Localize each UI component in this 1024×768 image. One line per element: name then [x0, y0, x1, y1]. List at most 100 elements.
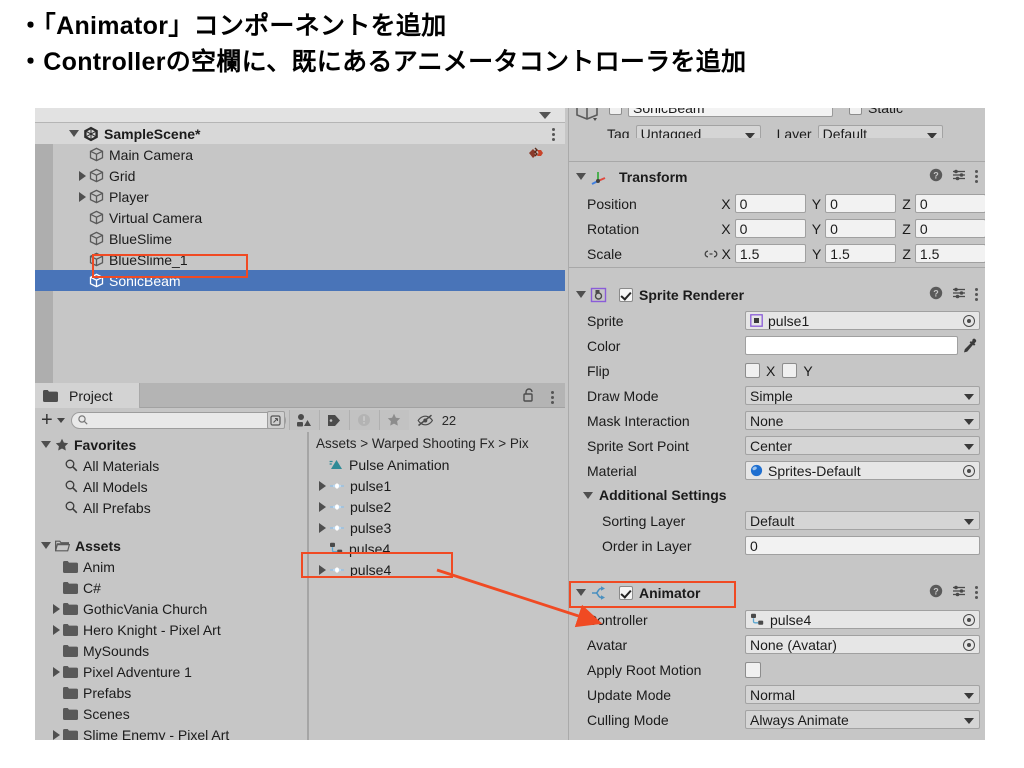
- sprite-renderer-flip-x-checkbox[interactable]: [745, 363, 760, 378]
- chevron-down-icon[interactable]: [41, 542, 51, 549]
- animator-apply-root-motion-checkbox[interactable]: [745, 661, 761, 678]
- transform-scale-z[interactable]: 1.5: [914, 244, 985, 263]
- search-expand-icon[interactable]: [266, 411, 285, 429]
- transform-rotation-z[interactable]: 0: [914, 219, 985, 238]
- hierarchy-scene-row[interactable]: SampleScene*: [35, 123, 565, 144]
- sprite-renderer-color-swatch[interactable]: [745, 336, 958, 355]
- chevron-right-icon[interactable]: [79, 191, 86, 202]
- additional-sorting-layer-dropdown[interactable]: Default: [745, 511, 980, 530]
- hidden-assets-indicator[interactable]: 22: [409, 410, 462, 430]
- asset-item[interactable]: pulse4: [309, 559, 565, 580]
- kebab-menu-icon[interactable]: [975, 168, 978, 185]
- eyedropper-icon[interactable]: [963, 338, 978, 353]
- animator-culling-mode-dropdown[interactable]: Always Animate: [745, 710, 980, 729]
- chevron-right-icon[interactable]: [53, 666, 60, 677]
- component-header-sprite-renderer[interactable]: Sprite Renderer ?: [569, 282, 985, 307]
- project-kebab-menu-icon[interactable]: [551, 389, 554, 406]
- tag-dropdown[interactable]: Untagged: [635, 124, 761, 138]
- preset-icon[interactable]: [952, 168, 966, 185]
- static-checkbox[interactable]: [849, 108, 862, 115]
- project-tree-assets[interactable]: Assets: [35, 535, 307, 556]
- warning-filter-icon[interactable]: [348, 410, 379, 430]
- project-tree-item-all-prefabs[interactable]: All Prefabs: [35, 497, 307, 518]
- hierarchy-item-main-camera[interactable]: Main Camera: [35, 144, 565, 165]
- help-icon[interactable]: ?: [929, 168, 943, 185]
- chevron-right-icon[interactable]: [319, 564, 326, 575]
- project-tree-folder[interactable]: GothicVania Church: [35, 598, 307, 619]
- asset-item[interactable]: pulse1: [309, 475, 565, 496]
- hierarchy-item-blueslime-1[interactable]: BlueSlime_1: [35, 249, 565, 270]
- component-header-animator[interactable]: Animator ?: [569, 580, 985, 605]
- kebab-menu-icon[interactable]: [975, 584, 978, 601]
- chevron-right-icon[interactable]: [319, 480, 326, 491]
- kebab-menu-icon[interactable]: [975, 286, 978, 303]
- favorites-star-icon[interactable]: [378, 410, 409, 430]
- object-picker-icon[interactable]: [963, 614, 975, 626]
- project-tree-folder[interactable]: Slime Enemy - Pixel Art: [35, 724, 307, 740]
- project-tree-folder[interactable]: Prefabs: [35, 682, 307, 703]
- transform-rotation-x[interactable]: 0: [734, 219, 806, 238]
- hierarchy-item-grid[interactable]: Grid: [35, 165, 565, 186]
- additional-settings-header[interactable]: Additional Settings: [569, 483, 985, 507]
- chevron-down-icon[interactable]: [69, 130, 79, 137]
- hierarchy-kebab-menu-icon[interactable]: [552, 126, 555, 143]
- chevron-right-icon[interactable]: [53, 729, 60, 740]
- chevron-right-icon[interactable]: [319, 501, 326, 512]
- project-tree-folder[interactable]: C#: [35, 577, 307, 598]
- chevron-down-icon[interactable]: [576, 291, 586, 298]
- component-header-transform[interactable]: Transform ?: [569, 164, 985, 189]
- project-tree-folder[interactable]: Hero Knight - Pixel Art: [35, 619, 307, 640]
- search-by-type-icon[interactable]: [288, 410, 319, 430]
- transform-rotation-y[interactable]: 0: [825, 219, 897, 238]
- search-input[interactable]: [70, 411, 286, 429]
- sprite-renderer-enabled-checkbox[interactable]: [619, 287, 633, 302]
- sprite-renderer-flip-y-checkbox[interactable]: [782, 363, 798, 378]
- project-tree-folder[interactable]: Anim: [35, 556, 307, 577]
- chevron-right-icon[interactable]: [79, 170, 86, 181]
- animator-avatar-field[interactable]: None (Avatar): [745, 635, 980, 654]
- help-icon[interactable]: ?: [929, 584, 943, 601]
- animator-update-mode-dropdown[interactable]: Normal: [745, 685, 980, 704]
- transform-position-z[interactable]: 0: [914, 194, 985, 213]
- sprite-renderer-mask-interaction-dropdown[interactable]: None: [745, 411, 980, 430]
- lock-open-icon[interactable]: [523, 388, 535, 405]
- layer-dropdown[interactable]: Default: [817, 124, 943, 138]
- hierarchy-item-blueslime[interactable]: BlueSlime: [35, 228, 565, 249]
- chevron-down-icon[interactable]: [576, 589, 586, 596]
- object-picker-icon[interactable]: [963, 465, 975, 477]
- asset-item[interactable]: pulse3: [309, 517, 565, 538]
- help-icon[interactable]: ?: [929, 286, 943, 303]
- add-asset-button[interactable]: +: [41, 410, 53, 430]
- chevron-down-icon[interactable]: [41, 441, 51, 448]
- object-picker-icon[interactable]: [963, 639, 975, 651]
- object-active-checkbox[interactable]: [609, 108, 622, 115]
- chevron-down-icon[interactable]: [539, 112, 551, 119]
- transform-position-x[interactable]: 0: [734, 194, 806, 213]
- additional-order-in-layer-field[interactable]: 0: [745, 536, 980, 555]
- chevron-down-icon[interactable]: [56, 417, 65, 423]
- project-tree-folder[interactable]: Pixel Adventure 1: [35, 661, 307, 682]
- hierarchy-item-player[interactable]: Player: [35, 186, 565, 207]
- project-tree-folder[interactable]: MySounds: [35, 640, 307, 661]
- search-by-label-icon[interactable]: [318, 410, 349, 430]
- chevron-down-icon[interactable]: [576, 173, 586, 180]
- sprite-renderer-sprite-field[interactable]: pulse1: [745, 311, 980, 330]
- object-picker-icon[interactable]: [963, 315, 975, 327]
- object-name-field[interactable]: SonicBeam: [628, 108, 833, 117]
- link-constraint-icon[interactable]: [704, 249, 718, 259]
- sprite-renderer-sprite-sort-point-dropdown[interactable]: Center: [745, 436, 980, 455]
- transform-scale-x[interactable]: 1.5: [734, 244, 806, 263]
- asset-item[interactable]: pulse2: [309, 496, 565, 517]
- animator-controller-field[interactable]: pulse4: [745, 610, 980, 629]
- preset-icon[interactable]: [952, 584, 966, 601]
- sprite-renderer-draw-mode-dropdown[interactable]: Simple: [745, 386, 980, 405]
- transform-scale-y[interactable]: 1.5: [825, 244, 897, 263]
- chevron-right-icon[interactable]: [53, 603, 60, 614]
- project-tree-folder[interactable]: Scenes: [35, 703, 307, 724]
- animator-enabled-checkbox[interactable]: [619, 585, 633, 600]
- sprite-renderer-material-field[interactable]: Sprites-Default: [745, 461, 980, 480]
- asset-item[interactable]: pulse4: [309, 538, 565, 559]
- tab-project[interactable]: Project: [35, 383, 140, 408]
- chevron-down-icon[interactable]: [583, 491, 593, 499]
- hierarchy-item-virtual-camera[interactable]: Virtual Camera: [35, 207, 565, 228]
